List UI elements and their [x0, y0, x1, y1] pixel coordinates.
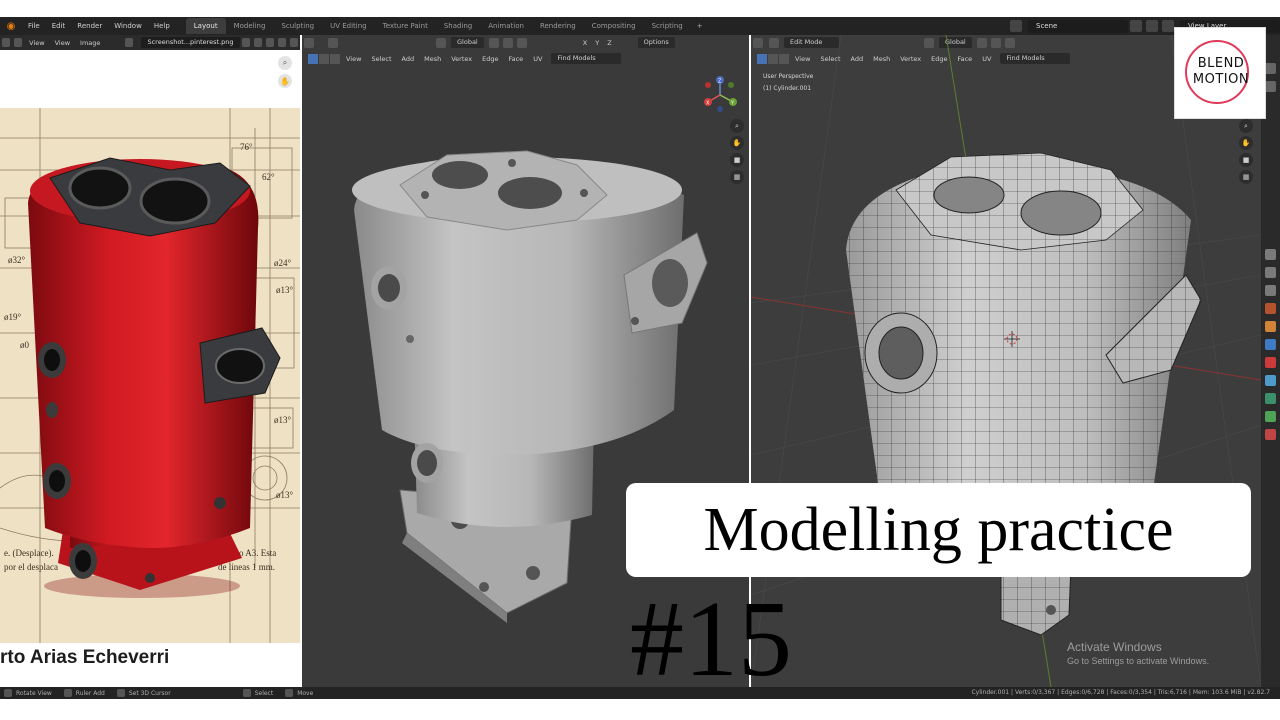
status-rotate-view: Rotate View — [0, 689, 60, 697]
workspace-tabs: Layout Modeling Sculpting UV Editing Tex… — [185, 17, 709, 35]
caption-2: por el desplaca — [4, 562, 58, 572]
status-label: Ruler Add — [75, 689, 105, 697]
tab-rendering[interactable]: Rendering — [532, 18, 584, 34]
dim-label-2: 62° — [262, 172, 275, 182]
title-box: Modelling practice — [626, 483, 1251, 577]
tab-sculpting[interactable]: Sculpting — [273, 18, 322, 34]
mouse-icon — [63, 689, 72, 697]
scene-selector[interactable]: Scene — [1028, 19, 1128, 33]
image-editor-header: View View Image Screenshot...pinterest.p… — [0, 35, 300, 50]
reference-photo: 76° 62° ø32° ø24° ø13° ø19° ø13° ø13° ø0… — [0, 108, 300, 643]
blender-logo-icon[interactable]: ◉ — [4, 19, 18, 33]
dim-label-1: 76° — [240, 142, 253, 152]
modifier-tab-icon[interactable] — [1265, 339, 1276, 350]
scene-statistics: Cylinder.001 | Verts:0/3,367 | Edges:0/6… — [971, 689, 1270, 696]
author-name: rto Arias Echeverri — [0, 647, 170, 668]
tab-texture-paint[interactable]: Texture Paint — [375, 18, 436, 34]
status-select: Select — [239, 689, 282, 697]
scene-new-icon[interactable] — [1130, 20, 1142, 32]
data-tab-icon[interactable] — [1265, 411, 1276, 422]
logo-line-2: MOTION — [1192, 72, 1250, 87]
blend-motion-logo: BLEND MOTION — [1174, 27, 1266, 119]
bottom-margin — [0, 699, 1280, 720]
image-menu-image[interactable]: Image — [75, 39, 105, 47]
shield-icon[interactable] — [241, 38, 250, 47]
physics-tab-icon[interactable] — [1265, 375, 1276, 386]
tab-uv-editing[interactable]: UV Editing — [322, 18, 375, 34]
blueprint-reference-image: 76° 62° ø32° ø24° ø13° ø19° ø13° ø13° ø0… — [0, 108, 300, 643]
tab-compositing[interactable]: Compositing — [584, 18, 644, 34]
viewport-edit[interactable]: Edit Mode Global View Select Add Mesh Ve… — [751, 35, 1261, 687]
image-menu-view[interactable]: View — [24, 39, 49, 47]
scene-tab-icon[interactable] — [1265, 285, 1276, 296]
caption-1: e. (Desplace). — [4, 548, 54, 558]
tab-modeling[interactable]: Modeling — [226, 18, 274, 34]
output-tab-icon[interactable] — [1265, 249, 1276, 260]
folder-icon[interactable] — [265, 38, 274, 47]
image-menu-view-2[interactable]: View — [50, 39, 75, 47]
activate-windows-notice: Activate Windows Go to Settings to activ… — [1067, 640, 1209, 666]
dim-label-9: ø0 — [20, 340, 30, 350]
menu-render[interactable]: Render — [71, 17, 108, 35]
episode-number: #15 — [630, 580, 792, 699]
properties-tab-strip — [1261, 35, 1280, 687]
editor-type-icon[interactable] — [2, 38, 11, 47]
status-label: Rotate View — [16, 689, 52, 697]
status-label: Select — [254, 689, 274, 697]
top-bar: ◉ File Edit Render Window Help Layout Mo… — [0, 17, 1280, 35]
status-set-cursor: Set 3D Cursor — [113, 689, 179, 697]
pin-icon[interactable] — [289, 38, 298, 47]
status-ruler-add: Ruler Add — [60, 689, 113, 697]
menu-help[interactable]: Help — [148, 17, 176, 35]
view-layer-tab-icon[interactable] — [1265, 267, 1276, 278]
menu-file[interactable]: File — [22, 17, 46, 35]
view-layer-icon — [1162, 20, 1174, 32]
dim-label-5: ø13° — [276, 285, 294, 295]
world-tab-icon[interactable] — [1265, 303, 1276, 314]
particles-tab-icon[interactable] — [1265, 357, 1276, 368]
logo-line-1: BLEND — [1197, 56, 1245, 71]
image-mode-icon[interactable] — [14, 38, 23, 47]
dim-label-7: ø13° — [274, 415, 292, 425]
tab-scripting[interactable]: Scripting — [644, 18, 691, 34]
scene-icon — [1010, 20, 1022, 32]
material-tab-icon[interactable] — [1265, 429, 1276, 440]
constraints-tab-icon[interactable] — [1265, 393, 1276, 404]
mouse-icon — [242, 689, 251, 697]
mouse-icon — [116, 689, 125, 697]
dim-label-4: ø24° — [274, 258, 292, 268]
image-browse-icon[interactable] — [125, 38, 134, 47]
top-margin — [0, 0, 1280, 17]
image-name-field[interactable]: Screenshot...pinterest.png — [141, 37, 240, 48]
zoom-icon[interactable]: ⌕ — [278, 56, 292, 70]
menu-edit[interactable]: Edit — [46, 17, 72, 35]
status-label: Move — [297, 689, 314, 697]
wireframe-model — [751, 35, 1261, 687]
pan-icon[interactable]: ✋ — [278, 74, 292, 88]
tab-layout[interactable]: Layout — [185, 18, 226, 34]
tab-shading[interactable]: Shading — [436, 18, 480, 34]
object-tab-icon[interactable] — [1265, 321, 1276, 332]
dim-label-6: ø19° — [4, 312, 22, 322]
activate-title: Activate Windows — [1067, 640, 1162, 654]
tab-animation[interactable]: Animation — [480, 18, 532, 34]
mouse-icon — [285, 689, 294, 697]
copy-icon[interactable] — [253, 38, 262, 47]
mouse-icon — [4, 689, 12, 697]
activate-subtitle: Go to Settings to activate Windows. — [1067, 656, 1210, 666]
status-move: Move — [281, 689, 321, 697]
close-icon[interactable] — [277, 38, 286, 47]
caption-4: de lineas 1 mm. — [218, 562, 275, 572]
video-title: Modelling practice — [703, 496, 1174, 564]
status-label: Set 3D Cursor — [128, 689, 171, 697]
dim-label-3: ø32° — [8, 255, 26, 265]
image-editor-panel: View View Image Screenshot...pinterest.p… — [0, 35, 300, 687]
scene-delete-icon[interactable] — [1146, 20, 1158, 32]
add-workspace-button[interactable]: + — [691, 22, 709, 30]
menu-window[interactable]: Window — [108, 17, 148, 35]
dim-label-8: ø13° — [276, 490, 294, 500]
